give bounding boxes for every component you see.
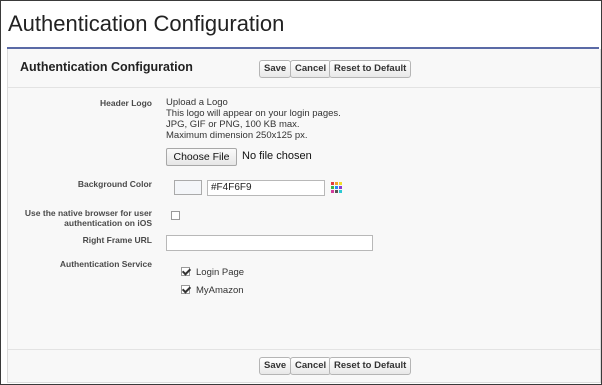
upload-logo-info-line: JPG, GIF or PNG, 100 KB max. — [166, 119, 300, 130]
background-color-swatch[interactable] — [174, 180, 202, 195]
authentication-service-label: Authentication Service — [59, 259, 152, 269]
configuration-panel: Authentication Configuration Save Cancel… — [7, 49, 601, 383]
window-frame: Authentication Configuration Authenticat… — [0, 0, 602, 385]
upload-logo-title: Upload a Logo — [166, 97, 228, 108]
save-button-top[interactable]: Save — [259, 60, 292, 78]
myamazon-label: MyAmazon — [196, 285, 244, 296]
login-page-checkbox[interactable] — [181, 267, 190, 276]
background-color-label: Background Color — [77, 179, 152, 189]
panel-header: Authentication Configuration Save Cancel… — [8, 49, 600, 88]
upload-logo-info-line: This logo will appear on your login page… — [166, 108, 341, 119]
color-picker-icon[interactable] — [331, 182, 342, 193]
native-browser-label-line1: Use the native browser for user — [24, 208, 152, 218]
header-logo-label: Header Logo — [100, 98, 152, 108]
upload-logo-info-line: Maximum dimension 250x125 px. — [166, 130, 308, 141]
section-title: Authentication Configuration — [20, 60, 193, 74]
native-browser-label-line2: authentication on iOS — [64, 218, 152, 228]
cancel-button-bottom[interactable]: Cancel — [290, 357, 332, 375]
login-page-label: Login Page — [196, 267, 245, 278]
page-title: Authentication Configuration — [8, 11, 285, 36]
file-status-text: No file chosen — [242, 150, 312, 162]
reset-to-default-button-top[interactable]: Reset to Default — [329, 60, 412, 78]
reset-to-default-button-bottom[interactable]: Reset to Default — [329, 357, 412, 375]
panel-footer: Save Cancel Reset to Default — [8, 349, 600, 383]
save-button-bottom[interactable]: Save — [259, 357, 292, 375]
right-frame-url-label: Right Frame URL — [82, 235, 152, 245]
background-color-input[interactable]: #F4F6F9 — [207, 180, 325, 196]
right-frame-url-input[interactable] — [166, 235, 373, 251]
native-browser-checkbox[interactable] — [171, 211, 180, 220]
choose-file-button[interactable]: Choose File — [166, 148, 237, 166]
myamazon-checkbox[interactable] — [181, 285, 190, 294]
cancel-button-top[interactable]: Cancel — [290, 60, 332, 78]
